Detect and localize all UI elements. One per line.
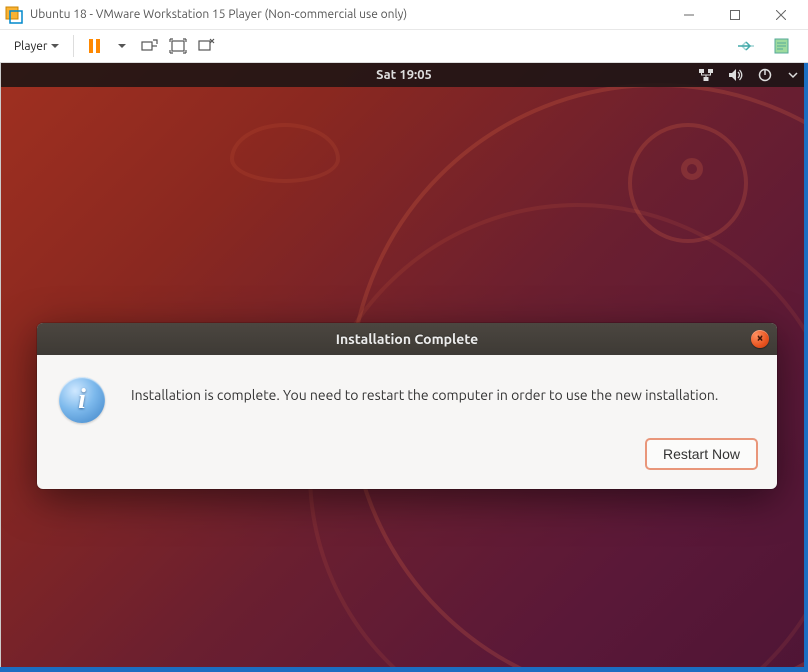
window-border — [0, 667, 808, 672]
player-menu-label: Player — [14, 40, 47, 53]
vm-viewport[interactable]: Sat 19:05 Installation Complete — [0, 63, 808, 672]
dialog-body: i Installation is complete. You need to … — [37, 355, 777, 439]
chevron-down-icon — [51, 44, 59, 48]
close-button[interactable] — [758, 0, 804, 30]
window-controls — [666, 0, 804, 30]
dialog-actions: Restart Now — [37, 439, 777, 489]
vmware-toolbar: Player — [0, 30, 808, 63]
send-ctrl-alt-del-button[interactable] — [136, 33, 164, 59]
dialog-close-button[interactable] — [751, 330, 769, 348]
maximize-button[interactable] — [712, 0, 758, 30]
toolbar-separator — [73, 35, 74, 57]
ubuntu-topbar: Sat 19:05 — [0, 63, 808, 87]
info-icon: i — [59, 377, 105, 423]
vmware-icon — [4, 5, 24, 25]
player-menu-button[interactable]: Player — [6, 36, 67, 57]
unity-mode-button[interactable] — [192, 33, 220, 59]
status-area[interactable] — [698, 63, 798, 87]
clock[interactable]: Sat 19:05 — [376, 68, 432, 82]
cycle-devices-button[interactable] — [732, 33, 760, 59]
notes-icon — [773, 38, 791, 54]
pause-icon — [89, 39, 100, 53]
volume-icon — [728, 68, 744, 82]
chevron-down-icon — [788, 71, 798, 79]
dialog-title: Installation Complete — [336, 331, 478, 347]
devices-icon — [736, 39, 756, 53]
pause-vm-button[interactable] — [80, 33, 108, 59]
installation-complete-dialog: Installation Complete i Installation is … — [37, 323, 777, 489]
power-icon — [758, 68, 774, 82]
minimize-button[interactable] — [666, 0, 712, 30]
power-dropdown-button[interactable] — [108, 33, 136, 59]
dialog-titlebar[interactable]: Installation Complete — [37, 323, 777, 355]
window-border — [804, 63, 808, 667]
background-decoration — [681, 158, 703, 180]
network-icon — [698, 68, 714, 82]
window-border — [0, 63, 1, 667]
background-decoration — [230, 123, 340, 183]
notes-button[interactable] — [768, 33, 796, 59]
dialog-message: Installation is complete. You need to re… — [131, 377, 718, 403]
restart-now-button[interactable]: Restart Now — [646, 439, 757, 469]
chevron-down-icon — [118, 44, 126, 48]
send-keys-icon — [141, 38, 159, 54]
fullscreen-icon — [169, 38, 187, 54]
vmware-titlebar: Ubuntu 18 - VMware Workstation 15 Player… — [0, 0, 808, 30]
vmware-window-title: Ubuntu 18 - VMware Workstation 15 Player… — [30, 8, 666, 21]
fullscreen-button[interactable] — [164, 33, 192, 59]
unity-icon — [197, 38, 215, 54]
